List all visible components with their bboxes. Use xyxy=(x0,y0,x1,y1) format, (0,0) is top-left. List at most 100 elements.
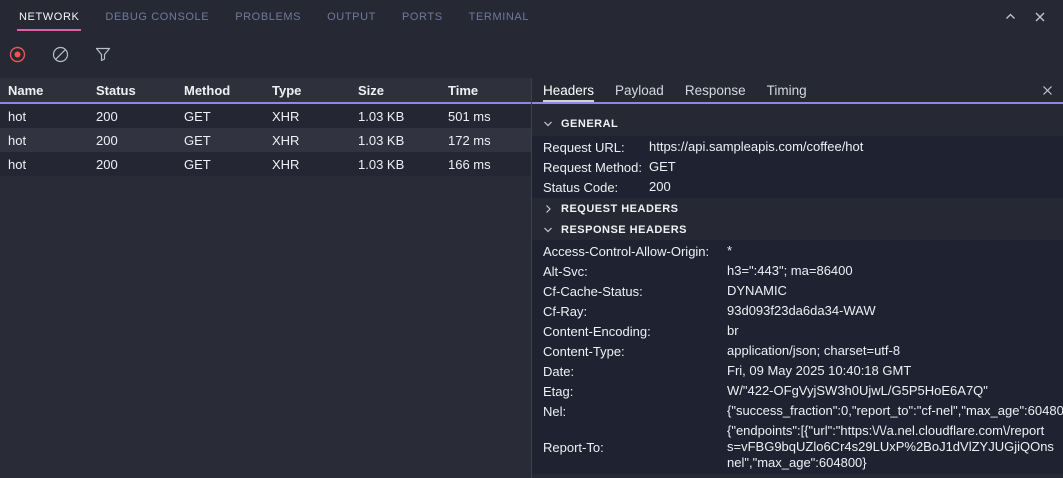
cell-name: hot xyxy=(8,157,96,172)
section-general-header[interactable]: GENERAL xyxy=(532,112,1063,136)
cell-status: 200 xyxy=(96,109,184,124)
panel-tab[interactable]: PORTS xyxy=(402,0,443,33)
section-title: GENERAL xyxy=(561,118,618,130)
cell-status: 200 xyxy=(96,133,184,148)
column-header[interactable]: Time xyxy=(448,83,531,98)
cell-time: 501 ms xyxy=(448,109,531,124)
request-details-panel: Headers Payload Response Timing xyxy=(531,78,1063,478)
response-header-row: Alt-Svc: h3=":443"; ma=86400 xyxy=(532,261,1063,281)
details-body: GENERAL Request URL: https://api.samplea… xyxy=(532,104,1063,478)
details-tab-label: Timing xyxy=(767,83,807,98)
header-name: Etag: xyxy=(543,384,727,399)
section-title: RESPONSE HEADERS xyxy=(561,224,687,236)
general-block: Request URL: https://api.sampleapis.com/… xyxy=(532,136,1063,198)
response-header-row: Report-To: {"endpoints":[{"url":"https:\… xyxy=(532,421,1063,473)
section-request-headers-header[interactable]: REQUEST HEADERS xyxy=(532,198,1063,219)
response-header-row: Nel: {"success_fraction":0,"report_to":"… xyxy=(532,401,1063,421)
header-name: Content-Encoding: xyxy=(543,324,727,339)
details-tab-label: Payload xyxy=(615,83,664,98)
panel-tab[interactable]: TERMINAL xyxy=(469,0,529,33)
record-button[interactable] xyxy=(5,44,29,68)
column-header[interactable]: Size xyxy=(358,83,448,98)
network-devtools-panel: NETWORK DEBUG CONSOLE PROBLEMS OUTPUT PO… xyxy=(0,0,1063,478)
header-name: Report-To: xyxy=(543,440,727,455)
window-controls xyxy=(1000,0,1063,33)
header-name: Cf-Ray: xyxy=(543,304,727,319)
cell-type: XHR xyxy=(272,133,358,148)
cell-method: GET xyxy=(184,109,272,124)
cell-status: 200 xyxy=(96,157,184,172)
table-empty-area xyxy=(0,176,531,478)
chevron-down-icon xyxy=(543,119,553,129)
section-response-headers-header[interactable]: RESPONSE HEADERS xyxy=(532,219,1063,240)
table-rows: hot 200 GET XHR 1.03 KB 501 ms hot 200 G… xyxy=(0,104,531,176)
general-row: Request URL: https://api.sampleapis.com/… xyxy=(532,137,1063,157)
funnel-icon xyxy=(95,46,111,65)
general-label: Status Code: xyxy=(543,180,649,195)
clear-button[interactable] xyxy=(48,44,72,68)
close-panel-button[interactable] xyxy=(1030,7,1050,27)
general-value: https://api.sampleapis.com/coffee/hot xyxy=(649,137,1063,157)
header-name: Nel: xyxy=(543,404,727,419)
general-row: Request Method: GET xyxy=(532,157,1063,177)
request-row[interactable]: hot 200 GET XHR 1.03 KB 166 ms xyxy=(0,152,531,176)
header-value: h3=":443"; ma=86400 xyxy=(727,261,1063,281)
cell-name: hot xyxy=(8,133,96,148)
circle-slash-icon xyxy=(52,46,69,66)
details-tabbar: Headers Payload Response Timing xyxy=(532,78,1063,104)
general-label: Request Method: xyxy=(543,160,649,175)
details-tab[interactable]: Timing xyxy=(767,78,807,102)
request-row[interactable]: hot 200 GET XHR 1.03 KB 501 ms xyxy=(0,104,531,128)
main-split: Name Status Method Type Size Time hot xyxy=(0,78,1063,478)
cell-size: 1.03 KB xyxy=(358,133,448,148)
chevron-up-icon xyxy=(1004,10,1017,23)
details-tab-label: Response xyxy=(685,83,746,98)
panel-tab[interactable]: PROBLEMS xyxy=(235,0,301,33)
column-header[interactable]: Type xyxy=(272,83,358,98)
column-header[interactable]: Name xyxy=(8,83,96,98)
requests-table: Name Status Method Type Size Time hot xyxy=(0,78,531,478)
header-value: DYNAMIC xyxy=(727,281,1063,301)
panel-tab[interactable]: DEBUG CONSOLE xyxy=(105,0,209,33)
response-header-row: Date: Fri, 09 May 2025 10:40:18 GMT xyxy=(532,361,1063,381)
cell-size: 1.03 KB xyxy=(358,157,448,172)
cell-method: GET xyxy=(184,157,272,172)
header-name: Cf-Cache-Status: xyxy=(543,284,727,299)
cell-type: XHR xyxy=(272,157,358,172)
response-header-row: Cf-Ray: 93d093f23da6da34-WAW xyxy=(532,301,1063,321)
cell-type: XHR xyxy=(272,109,358,124)
header-value: {"success_fraction":0,"report_to":"cf-ne… xyxy=(727,401,1063,421)
chevron-down-icon xyxy=(543,225,553,235)
cell-time: 166 ms xyxy=(448,157,531,172)
column-header[interactable]: Status xyxy=(96,83,184,98)
header-name: Access-Control-Allow-Origin: xyxy=(543,244,727,259)
general-label: Request URL: xyxy=(543,140,649,155)
panel-tab-label: PORTS xyxy=(402,11,443,23)
cell-size: 1.03 KB xyxy=(358,109,448,124)
details-tabs: Headers Payload Response Timing xyxy=(543,78,828,102)
header-name: Content-Type: xyxy=(543,344,727,359)
column-header[interactable]: Method xyxy=(184,83,272,98)
details-tab-label: Headers xyxy=(543,83,594,98)
request-row[interactable]: hot 200 GET XHR 1.03 KB 172 ms xyxy=(0,128,531,152)
details-tab[interactable]: Payload xyxy=(615,78,664,102)
header-value: application/json; charset=utf-8 xyxy=(727,341,1063,361)
response-header-row: Etag: W/"422-OFgVyjSW3h0UjwL/G5P5HoE6A7Q… xyxy=(532,381,1063,401)
collapse-panel-button[interactable] xyxy=(1000,7,1020,27)
close-details-button[interactable] xyxy=(1037,80,1057,100)
response-header-row: Access-Control-Allow-Origin: * xyxy=(532,241,1063,261)
header-value: {"endpoints":[{"url":"https:\/\/a.nel.cl… xyxy=(727,421,1063,473)
header-value: 93d093f23da6da34-WAW xyxy=(727,301,1063,321)
cell-method: GET xyxy=(184,133,272,148)
panel-tab[interactable]: OUTPUT xyxy=(327,0,376,33)
panel-tab[interactable]: NETWORK xyxy=(19,0,79,33)
general-row: Status Code: 200 xyxy=(532,177,1063,197)
details-tab[interactable]: Response xyxy=(685,78,746,102)
general-value: 200 xyxy=(649,177,1063,197)
section-title: REQUEST HEADERS xyxy=(561,203,679,215)
header-name: Date: xyxy=(543,364,727,379)
panel-tab-label: OUTPUT xyxy=(327,11,376,23)
response-header-row: Content-Type: application/json; charset=… xyxy=(532,341,1063,361)
filter-button[interactable] xyxy=(91,44,115,68)
details-tab[interactable]: Headers xyxy=(543,78,594,102)
